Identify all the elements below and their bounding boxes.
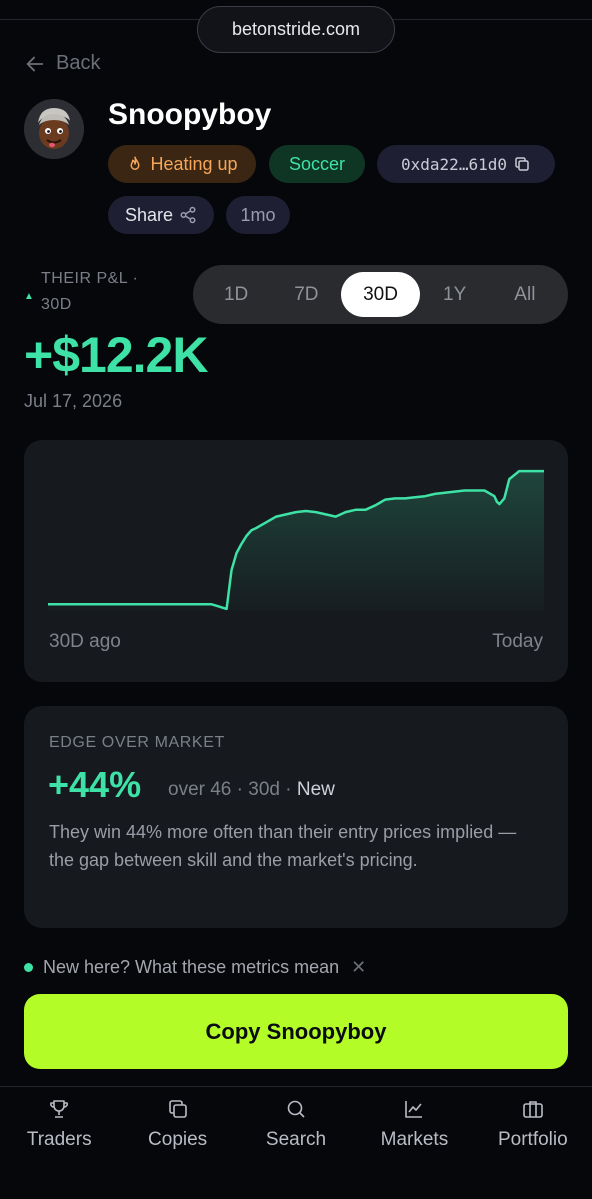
search-icon: [287, 1100, 305, 1118]
wallet-address-button[interactable]: 0xda22…61d0: [377, 145, 555, 183]
edge-value: +44%: [48, 764, 142, 805]
tab-copies-label: Copies: [148, 1129, 208, 1150]
copy-icon: [515, 157, 529, 171]
range-option-1y[interactable]: 1Y: [420, 272, 490, 317]
avatar: [24, 99, 84, 159]
range-option-30d[interactable]: 30D: [341, 272, 420, 317]
edge-status: New: [296, 779, 335, 800]
account-age-badge: 1mo: [226, 196, 290, 234]
heating-up-badge: Heating up: [108, 145, 256, 183]
tab-traders[interactable]: Traders: [0, 1087, 118, 1199]
heating-up-label: Heating up: [150, 153, 238, 174]
metrics-help-text: New here? What these metrics mean: [43, 957, 340, 977]
chart-x-start-label: 30D ago: [49, 631, 121, 652]
close-icon[interactable]: ✕: [351, 957, 366, 978]
copy-icon: [168, 1100, 187, 1118]
share-label: Share: [124, 204, 174, 225]
edge-description: They win 44% more often than their entry…: [49, 822, 517, 870]
pnl-label: ▲ THEIR P&L · 30D: [24, 266, 171, 318]
edge-meta: over 46 · 30d · New: [168, 779, 335, 801]
briefcase-icon: [523, 1101, 543, 1118]
tab-search[interactable]: Search: [237, 1087, 355, 1199]
range-option-7d[interactable]: 7D: [271, 272, 341, 317]
edge-title: EDGE OVER MARKET: [49, 734, 225, 751]
pnl-date: Jul 17, 2026: [24, 391, 123, 411]
pnl-chart: 30D ago Today: [24, 440, 568, 682]
copy-trader-button[interactable]: Copy Snoopyboy: [24, 994, 568, 1069]
tab-traders-label: Traders: [26, 1129, 92, 1150]
back-label: Back: [56, 52, 101, 74]
url-text: betonstride.com: [231, 19, 361, 39]
tab-portfolio[interactable]: Portfolio: [474, 1087, 592, 1199]
pnl-label-text: THEIR P&L · 30D: [41, 270, 139, 313]
bottom-tab-bar: Traders Copies Search Markets Portfolio: [0, 1086, 592, 1199]
flame-icon: [130, 156, 140, 170]
pnl-value: +$12.2K: [24, 327, 208, 383]
tab-portfolio-label: Portfolio: [497, 1129, 568, 1150]
tab-search-label: Search: [265, 1129, 327, 1150]
status-dot: [24, 963, 33, 972]
tab-markets-label: Markets: [380, 1129, 449, 1150]
tab-copies[interactable]: Copies: [118, 1087, 236, 1199]
sport-label: Soccer: [288, 153, 346, 174]
share-icon: [180, 206, 196, 224]
edge-meta-text: over 46 · 30d ·: [168, 779, 297, 800]
chart-line-icon: [405, 1101, 423, 1118]
back-button[interactable]: Back: [24, 52, 100, 75]
range-option-1d[interactable]: 1D: [201, 272, 271, 317]
account-age: 1mo: [240, 204, 276, 225]
time-range-selector: 1D 7D 30D 1Y All: [193, 265, 568, 324]
trophy-icon: [50, 1100, 69, 1118]
sport-badge: Soccer: [269, 145, 365, 183]
share-button[interactable]: Share: [108, 196, 214, 234]
url-bar[interactable]: betonstride.com: [197, 6, 395, 53]
arrow-left-icon: [26, 56, 44, 71]
chart-x-end-label: Today: [492, 631, 543, 652]
wallet-address: 0xda22…61d0: [401, 154, 507, 174]
range-option-all[interactable]: All: [490, 272, 560, 317]
metrics-help-link[interactable]: New here? What these metrics mean ✕: [24, 957, 366, 978]
trader-name: Snoopyboy: [108, 98, 272, 131]
triangle-up-icon: ▲: [24, 291, 35, 302]
edge-over-market-card: EDGE OVER MARKET +44% over 46 · 30d · Ne…: [24, 706, 568, 928]
pnl-area-fill: [48, 471, 544, 610]
tab-markets[interactable]: Markets: [355, 1087, 473, 1199]
